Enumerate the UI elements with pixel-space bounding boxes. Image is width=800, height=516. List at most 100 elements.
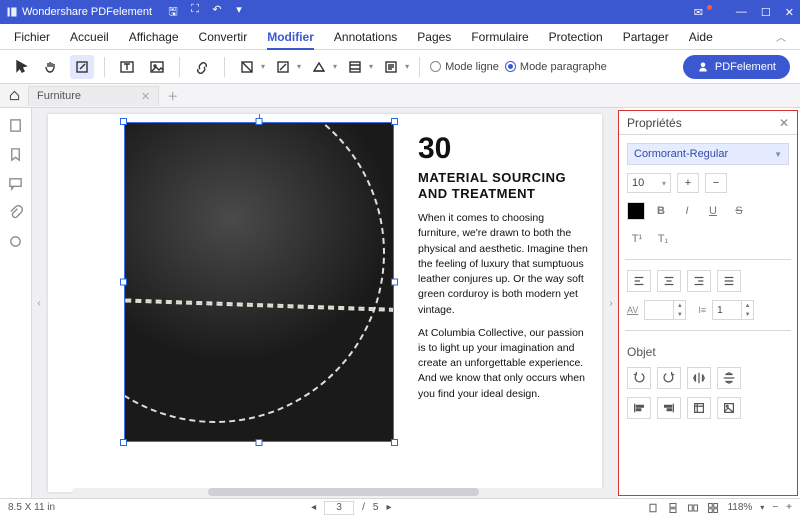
link-tool[interactable] <box>190 55 214 79</box>
crop-icon[interactable]: ⛶ <box>188 3 202 22</box>
next-page-gutter[interactable]: › <box>604 108 618 498</box>
view-single-icon[interactable] <box>647 502 659 514</box>
bold-button[interactable]: B <box>651 201 671 221</box>
menu-protection[interactable]: Protection <box>549 30 603 44</box>
strike-button[interactable]: S <box>729 201 749 221</box>
resize-handle-se[interactable] <box>391 439 398 446</box>
properties-close-icon[interactable]: ✕ <box>779 116 789 130</box>
edit-object-tool[interactable] <box>70 55 94 79</box>
menu-accueil[interactable]: Accueil <box>70 30 109 44</box>
menu-annotations[interactable]: Annotations <box>334 30 397 44</box>
resize-handle-e[interactable] <box>391 279 398 286</box>
zoom-value[interactable]: 118% <box>727 502 752 513</box>
page-number-input[interactable]: 3 <box>324 501 354 515</box>
resize-handle-w[interactable] <box>120 279 127 286</box>
underline-button[interactable]: U <box>703 201 723 221</box>
page-text-column: 30 MATERIAL SOURCING AND TREATMENT When … <box>418 132 588 410</box>
page-prev-icon[interactable]: ◂ <box>311 502 316 513</box>
align-center-button[interactable] <box>657 270 681 292</box>
page-dimensions: 8.5 X 11 in <box>8 502 55 513</box>
view-grid-icon[interactable] <box>707 502 719 514</box>
tab-furniture[interactable]: Furniture ✕ <box>28 86 159 106</box>
line-height-input[interactable]: 1▲▼ <box>712 300 754 320</box>
extract-image-button[interactable] <box>687 397 711 419</box>
watermark-tool[interactable] <box>271 55 295 79</box>
resize-handle-sw[interactable] <box>120 439 127 446</box>
menu-pages[interactable]: Pages <box>417 30 451 44</box>
background-tool[interactable] <box>307 55 331 79</box>
pdfelement-account-button[interactable]: PDFelement <box>683 55 790 79</box>
minimize-button[interactable]: ― <box>736 6 747 18</box>
align-justify-button[interactable] <box>717 270 741 292</box>
leather-image-placeholder <box>124 122 394 442</box>
letter-spacing-input[interactable]: ▲▼ <box>644 300 686 320</box>
page-canvas[interactable]: ‹ 30 MATERIAL SOURCING AND T <box>32 108 618 498</box>
save-icon[interactable]: 🖫 <box>166 3 180 22</box>
menu-aide[interactable]: Aide <box>689 30 713 44</box>
add-image-tool[interactable] <box>145 55 169 79</box>
align-left-button[interactable] <box>627 270 651 292</box>
font-family-select[interactable]: Cormorant-Regular ▼ <box>627 143 789 165</box>
letter-spacing-label: AV <box>627 305 638 315</box>
resize-handle-nw[interactable] <box>120 118 127 125</box>
italic-button[interactable]: I <box>677 201 697 221</box>
tab-home-icon[interactable] <box>0 89 28 102</box>
rotate-cw-button[interactable] <box>657 367 681 389</box>
font-size-increase[interactable]: + <box>677 173 699 193</box>
page-next-icon[interactable]: ▸ <box>386 502 391 513</box>
align-obj-left-button[interactable] <box>627 397 651 419</box>
font-size-input[interactable]: 10▾ <box>627 173 671 193</box>
replace-image-button[interactable] <box>717 397 741 419</box>
zoom-dropdown-icon[interactable]: ▾ <box>760 503 764 512</box>
bates-tool[interactable] <box>379 55 403 79</box>
comments-icon[interactable] <box>8 176 23 191</box>
zoom-out-button[interactable]: − <box>772 502 778 513</box>
zoom-in-button[interactable]: + <box>786 502 792 513</box>
view-facing-icon[interactable] <box>687 502 699 514</box>
collapse-ribbon-icon[interactable]: ︿ <box>776 29 786 44</box>
flip-horizontal-button[interactable] <box>687 367 711 389</box>
mode-line-radio[interactable]: Mode ligne <box>430 61 499 73</box>
tab-add-button[interactable]: ＋ <box>167 88 178 104</box>
horizontal-scrollbar[interactable] <box>72 488 614 496</box>
menu-bar: Fichier Accueil Affichage Convertir Modi… <box>0 24 800 50</box>
subscript-button[interactable]: T₁ <box>653 229 673 249</box>
maximize-button[interactable]: ☐ <box>761 6 771 19</box>
select-tool[interactable] <box>10 55 34 79</box>
add-text-tool[interactable] <box>115 55 139 79</box>
flip-vertical-button[interactable] <box>717 367 741 389</box>
rotate-ccw-button[interactable] <box>627 367 651 389</box>
shapes-icon[interactable] <box>8 234 23 249</box>
menu-affichage[interactable]: Affichage <box>129 30 179 44</box>
menu-formulaire[interactable]: Formulaire <box>471 30 528 44</box>
mail-icon[interactable]: ✉ <box>694 6 703 19</box>
dropdown-icon[interactable]: ▾ <box>232 3 246 22</box>
crop-tool[interactable] <box>235 55 259 79</box>
resize-handle-ne[interactable] <box>391 118 398 125</box>
font-size-decrease[interactable]: − <box>705 173 727 193</box>
view-continuous-icon[interactable] <box>667 502 679 514</box>
attachments-icon[interactable] <box>8 205 23 220</box>
tab-close-icon[interactable]: ✕ <box>141 90 150 103</box>
font-color-swatch[interactable] <box>627 202 645 220</box>
menu-fichier[interactable]: Fichier <box>14 30 50 44</box>
hand-tool[interactable] <box>40 55 64 79</box>
selected-image[interactable] <box>124 122 394 442</box>
pdf-page[interactable]: 30 MATERIAL SOURCING AND TREATMENT When … <box>48 114 602 492</box>
superscript-button[interactable]: T¹ <box>627 229 647 249</box>
menu-convertir[interactable]: Convertir <box>199 30 248 44</box>
undo-icon[interactable]: ↶ <box>210 3 224 22</box>
align-obj-right-button[interactable] <box>657 397 681 419</box>
menu-modifier[interactable]: Modifier <box>267 30 314 44</box>
resize-handle-n[interactable] <box>256 118 263 125</box>
bookmarks-icon[interactable] <box>8 147 23 162</box>
resize-handle-s[interactable] <box>256 439 263 446</box>
align-right-button[interactable] <box>687 270 711 292</box>
menu-partager[interactable]: Partager <box>623 30 669 44</box>
close-button[interactable]: ✕ <box>785 6 794 19</box>
body-paragraph-1: When it comes to choosing furniture, we'… <box>418 211 588 318</box>
mode-paragraph-radio[interactable]: Mode paragraphe <box>505 61 607 73</box>
thumbnails-icon[interactable] <box>8 118 23 133</box>
header-footer-tool[interactable] <box>343 55 367 79</box>
prev-page-gutter[interactable]: ‹ <box>32 108 46 498</box>
